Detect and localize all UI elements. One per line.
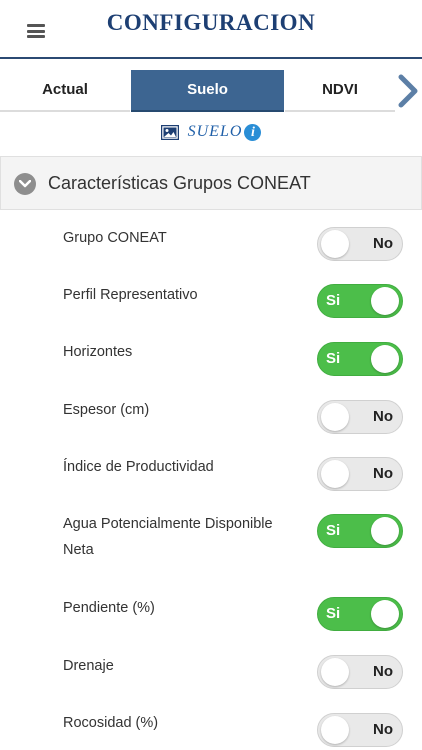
option-label: Horizontes bbox=[63, 344, 133, 360]
toggle-knob bbox=[371, 345, 399, 373]
toggle-state: No bbox=[373, 408, 393, 425]
option-row: Grupo CONEAT No bbox=[0, 225, 422, 265]
toggle-state: Si bbox=[326, 350, 341, 367]
app-header: CONFIGURACION bbox=[0, 0, 422, 59]
chevron-down-icon bbox=[14, 173, 36, 195]
toggle-state: Si bbox=[326, 522, 341, 539]
option-row: Agua Potencialmente Disponible Neta Si bbox=[0, 511, 422, 567]
toggle-state: No bbox=[373, 721, 393, 738]
section-label: SUELO bbox=[187, 123, 243, 140]
page-title: CONFIGURACION bbox=[106, 10, 316, 35]
menu-icon[interactable] bbox=[27, 24, 45, 38]
section-header: SUELO i bbox=[100, 120, 322, 144]
toggle-state: No bbox=[373, 663, 393, 680]
toggle-perfil-representativo[interactable]: Si bbox=[317, 284, 403, 318]
tab-ndvi[interactable]: NDVI bbox=[285, 70, 395, 112]
header-divider bbox=[0, 57, 422, 59]
option-label: Grupo CONEAT bbox=[63, 230, 167, 246]
toggle-knob bbox=[371, 287, 399, 315]
toggle-pendiente[interactable]: Si bbox=[317, 597, 403, 631]
toggle-agua-disponible[interactable]: Si bbox=[317, 514, 403, 548]
accordion-label: Características Grupos CONEAT bbox=[48, 173, 311, 193]
toggle-grupo-coneat[interactable]: No bbox=[317, 227, 403, 261]
option-label: Perfil Representativo bbox=[63, 287, 198, 303]
toggle-horizontes[interactable]: Si bbox=[317, 342, 403, 376]
toggle-state: No bbox=[373, 235, 393, 252]
toggle-knob bbox=[321, 716, 349, 744]
option-row: Pendiente (%) Si bbox=[0, 595, 422, 635]
toggle-drenaje[interactable]: No bbox=[317, 655, 403, 689]
option-row: Rocosidad (%) No bbox=[0, 710, 422, 750]
toggle-knob bbox=[321, 230, 349, 258]
option-row: Índice de Productividad No bbox=[0, 454, 422, 494]
option-label: Rocosidad (%) bbox=[63, 715, 159, 731]
option-label: Drenaje bbox=[63, 658, 114, 674]
option-row: Espesor (cm) No bbox=[0, 397, 422, 437]
option-label: Pendiente (%) bbox=[63, 600, 155, 616]
toggle-indice-productividad[interactable]: No bbox=[317, 457, 403, 491]
toggle-knob bbox=[371, 517, 399, 545]
option-label: Espesor (cm) bbox=[63, 402, 150, 418]
option-row: Perfil Representativo Si bbox=[0, 282, 422, 322]
toggle-state: Si bbox=[326, 605, 341, 622]
tab-bar: Actual Suelo NDVI bbox=[0, 70, 422, 112]
toggle-knob bbox=[321, 460, 349, 488]
info-icon[interactable]: i bbox=[244, 123, 262, 141]
image-icon bbox=[160, 124, 179, 140]
toggle-knob bbox=[371, 600, 399, 628]
option-label: Índice de Productividad bbox=[63, 459, 214, 475]
option-row: Drenaje No bbox=[0, 653, 422, 693]
toggle-knob bbox=[321, 658, 349, 686]
toggle-knob bbox=[321, 403, 349, 431]
tab-suelo[interactable]: Suelo bbox=[131, 70, 284, 112]
option-label: Agua Potencialmente Disponible Neta bbox=[63, 516, 273, 558]
tab-actual[interactable]: Actual bbox=[0, 70, 130, 112]
accordion-coneat[interactable]: Características Grupos CONEAT bbox=[0, 156, 422, 210]
option-row: Horizontes Si bbox=[0, 339, 422, 379]
toggle-rocosidad[interactable]: No bbox=[317, 713, 403, 747]
toggle-state: No bbox=[373, 465, 393, 482]
toggle-espesor[interactable]: No bbox=[317, 400, 403, 434]
toggle-state: Si bbox=[326, 292, 341, 309]
chevron-right-icon[interactable] bbox=[396, 70, 422, 112]
